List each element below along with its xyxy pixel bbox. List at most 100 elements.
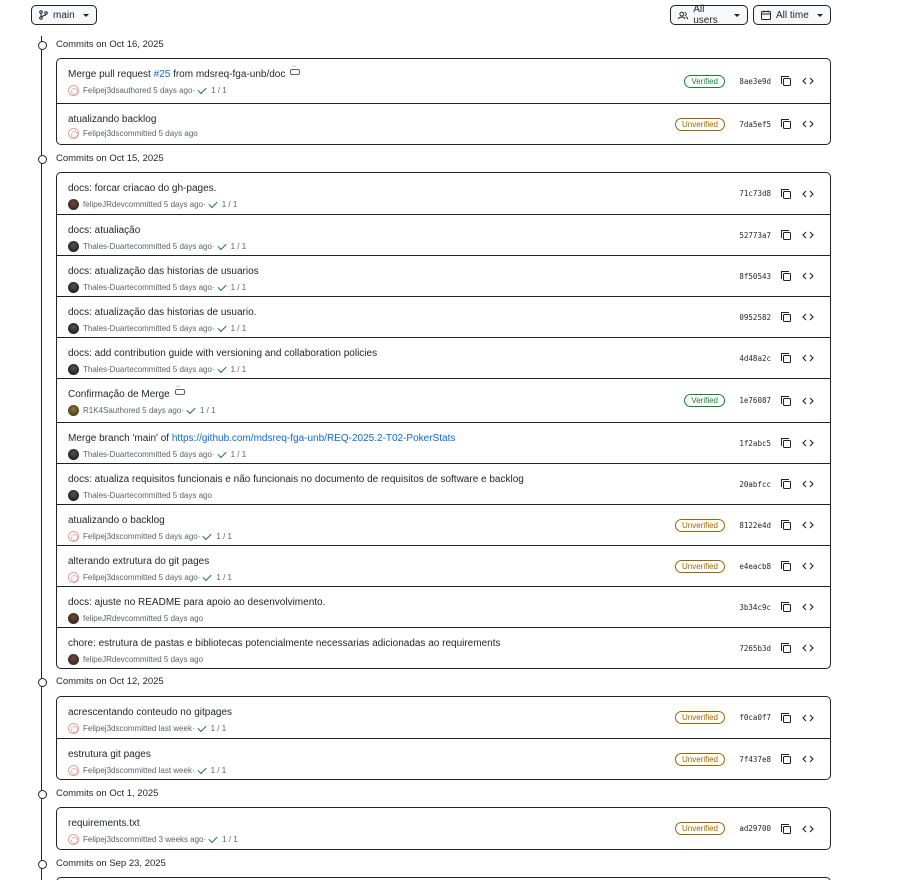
checks-status[interactable]: 1 / 1 — [231, 283, 247, 292]
avatar[interactable] — [68, 85, 79, 96]
commit-sha-link[interactable]: f0ca0f7 — [735, 713, 771, 722]
commit-sha-link[interactable]: 0952582 — [735, 313, 771, 322]
avatar[interactable] — [68, 531, 79, 542]
commit-message[interactable]: estrutura git pages — [68, 749, 151, 760]
check-icon[interactable] — [217, 363, 227, 374]
browse-code-icon[interactable] — [802, 642, 814, 654]
commit-author[interactable]: felipeJRdev — [83, 655, 125, 664]
commit-author[interactable]: Thales-Duarte — [83, 324, 134, 333]
browse-code-icon[interactable] — [802, 560, 814, 572]
avatar[interactable] — [68, 765, 79, 776]
expand-ellipsis-button[interactable] — [174, 383, 185, 395]
browse-code-icon[interactable] — [802, 311, 814, 323]
commit-author[interactable]: Felipej3ds — [83, 766, 119, 775]
avatar[interactable] — [68, 241, 79, 252]
avatar[interactable] — [68, 128, 79, 139]
commit-sha-link[interactable]: 71c73d8 — [735, 189, 771, 198]
commit-message[interactable]: Merge pull request #25 from mdsreq-fga-u… — [68, 63, 301, 80]
commit-sha-link[interactable]: 52773a7 — [735, 231, 771, 240]
commit-message-text[interactable]: acrescentando conteudo no gitpages — [68, 707, 232, 718]
commit-message[interactable]: docs: atualiação — [68, 225, 140, 236]
commit-message[interactable]: docs: ajuste no README para apoio ao des… — [68, 597, 325, 608]
commit-sha-link[interactable]: 1e76087 — [735, 396, 771, 405]
commit-author[interactable]: R1K4S — [83, 406, 108, 415]
commit-sha-link[interactable]: 4d48a2c — [735, 354, 771, 363]
commit-message[interactable]: docs: atualização das historias de usuar… — [68, 266, 259, 277]
commit-author[interactable]: Thales-Duarte — [83, 491, 134, 500]
signature-badge[interactable]: Unverified — [674, 117, 725, 131]
commit-sha-link[interactable]: 1f2abc5 — [735, 439, 771, 448]
commit-sha-link[interactable]: 20abfcc — [735, 480, 771, 489]
commit-message-link[interactable]: #25 — [154, 69, 171, 80]
check-icon[interactable] — [197, 764, 207, 775]
check-icon[interactable] — [197, 722, 207, 733]
copy-icon[interactable] — [780, 270, 792, 282]
commit-sha-link[interactable]: 3b34c9c — [735, 603, 771, 612]
check-icon[interactable] — [208, 198, 218, 209]
browse-code-icon[interactable] — [802, 75, 814, 87]
commit-message-text[interactable]: docs: atualização das historias de usuar… — [68, 307, 256, 318]
browse-code-icon[interactable] — [802, 753, 814, 765]
commit-sha-link[interactable]: 8f50543 — [735, 272, 771, 281]
commit-message-text[interactable]: from mdsreq-fga-unb/doc — [170, 69, 285, 80]
checks-status[interactable]: 1 / 1 — [231, 450, 247, 459]
commit-message-text[interactable]: Merge pull request — [68, 69, 154, 80]
avatar[interactable] — [68, 323, 79, 334]
commit-message[interactable]: docs: atualiza requisitos funcionais e n… — [68, 474, 524, 485]
checks-status[interactable]: 1 / 1 — [222, 835, 238, 844]
browse-code-icon[interactable] — [802, 519, 814, 531]
avatar[interactable] — [68, 405, 79, 416]
browse-code-icon[interactable] — [802, 395, 814, 407]
avatar[interactable] — [68, 449, 79, 460]
commit-message-link[interactable]: https://github.com/mdsreq-fga-unb/REQ-20… — [172, 433, 455, 444]
commit-message[interactable]: requirements.txt — [68, 818, 140, 829]
browse-code-icon[interactable] — [802, 712, 814, 724]
check-icon[interactable] — [208, 833, 218, 844]
commit-message[interactable]: docs: add contribution guide with versio… — [68, 348, 377, 359]
browse-code-icon[interactable] — [802, 437, 814, 449]
browse-code-icon[interactable] — [802, 188, 814, 200]
commit-author[interactable]: Felipej3ds — [83, 129, 119, 138]
check-icon[interactable] — [217, 322, 227, 333]
check-icon[interactable] — [217, 281, 227, 292]
avatar[interactable] — [68, 282, 79, 293]
checks-status[interactable]: 1 / 1 — [231, 365, 247, 374]
commit-message-text[interactable]: Merge branch 'main' of — [68, 433, 172, 444]
commit-sha-link[interactable]: 7da5ef5 — [735, 120, 771, 129]
branch-selector-button[interactable]: main — [31, 5, 97, 25]
commit-author[interactable]: Thales-Duarte — [83, 365, 134, 374]
checks-status[interactable]: 1 / 1 — [216, 532, 232, 541]
copy-icon[interactable] — [780, 560, 792, 572]
checks-status[interactable]: 1 / 1 — [211, 724, 227, 733]
check-icon[interactable] — [186, 404, 196, 415]
users-filter-button[interactable]: All users — [670, 4, 748, 26]
signature-badge[interactable]: Verified — [684, 74, 725, 88]
browse-code-icon[interactable] — [802, 118, 814, 130]
check-icon[interactable] — [202, 571, 213, 582]
avatar[interactable] — [68, 613, 79, 624]
commit-author[interactable]: Felipej3ds — [83, 573, 119, 582]
copy-icon[interactable] — [780, 753, 792, 765]
commit-message[interactable]: Merge branch 'main' of https://github.co… — [68, 433, 455, 444]
copy-icon[interactable] — [780, 437, 792, 449]
commit-message-text[interactable]: docs: atualiação — [68, 225, 140, 236]
commit-sha-link[interactable]: 7265b3d — [735, 644, 771, 653]
checks-status[interactable]: 1 / 1 — [211, 766, 227, 775]
checks-status[interactable]: 1 / 1 — [231, 242, 247, 251]
commit-author[interactable]: felipeJRdev — [83, 200, 125, 209]
copy-icon[interactable] — [780, 395, 792, 407]
copy-icon[interactable] — [780, 352, 792, 364]
commit-sha-link[interactable]: ad29700 — [735, 824, 771, 833]
browse-code-icon[interactable] — [802, 352, 814, 364]
commit-author[interactable]: Felipej3ds — [83, 86, 119, 95]
copy-icon[interactable] — [780, 601, 792, 613]
expand-ellipsis-button[interactable] — [290, 63, 301, 75]
checks-status[interactable]: 1 / 1 — [200, 406, 216, 415]
commit-sha-link[interactable]: e4eacb8 — [735, 562, 771, 571]
commit-message-text[interactable]: estrutura git pages — [68, 749, 151, 760]
commit-message[interactable]: chore: estrutura de pastas e bibliotecas… — [68, 638, 500, 649]
commit-author[interactable]: Felipej3ds — [83, 724, 119, 733]
signature-badge[interactable]: Unverified — [674, 518, 725, 532]
commit-message[interactable]: acrescentando conteudo no gitpages — [68, 707, 232, 718]
commit-message[interactable]: docs: forcar criacao do gh-pages. — [68, 183, 216, 194]
